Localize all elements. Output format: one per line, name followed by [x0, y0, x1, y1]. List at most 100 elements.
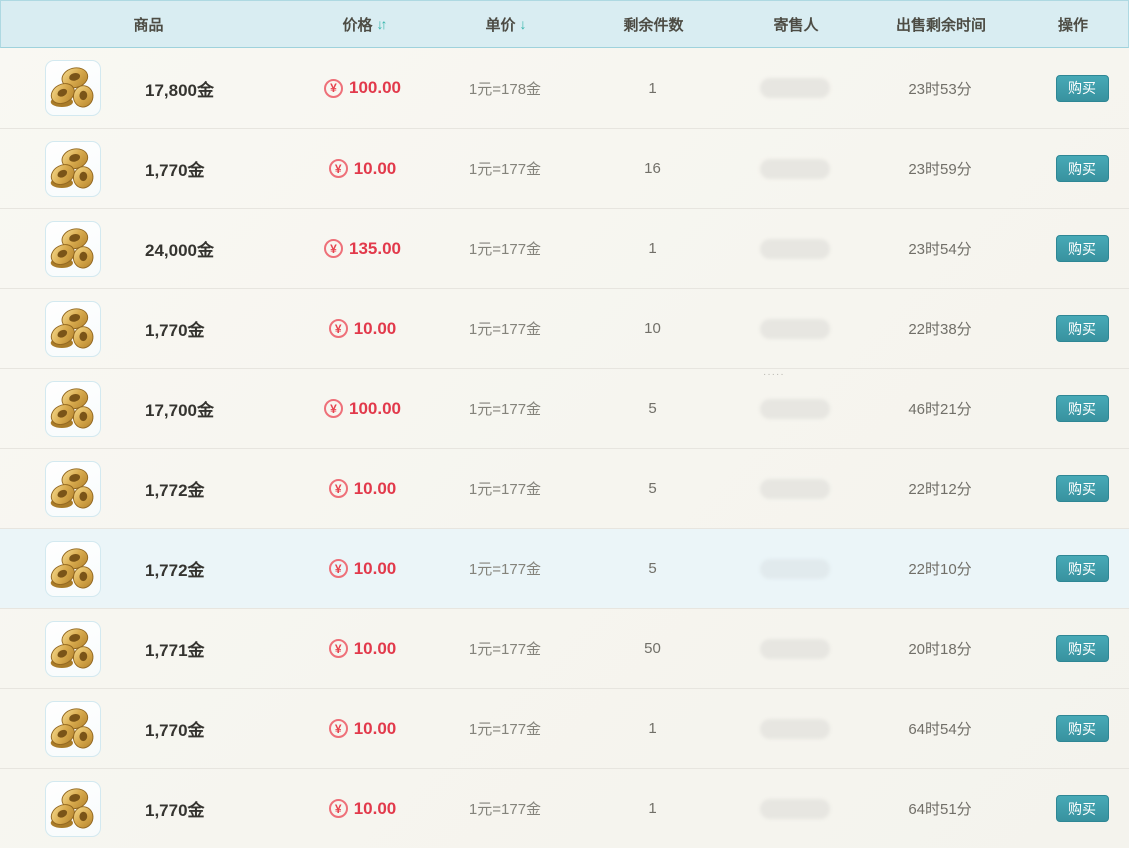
seller-name-blurred	[760, 798, 830, 819]
gold-coins-icon	[45, 620, 101, 677]
action-cell: 购买	[1015, 155, 1129, 182]
product-cell: 17,700金	[0, 380, 295, 437]
price-value: 10.00	[353, 318, 397, 338]
sort-up-arrow-icon: ↑	[380, 16, 388, 32]
action-cell: 购买	[1015, 635, 1129, 662]
gold-listing-table: 商品 价格 ↓ ↑ 单价 ↓ 剩余件数 寄售人 出售剩余时间 操作 17,800…	[0, 0, 1129, 848]
remaining-quantity: 1	[648, 240, 657, 257]
price-cell: ¥ 100.00	[295, 78, 430, 98]
price-value: 10.00	[353, 158, 397, 178]
time-remaining: 22时38分	[908, 321, 972, 338]
buy-button[interactable]: 购买	[1055, 795, 1109, 822]
seller-cell	[725, 638, 865, 659]
product-amount: 17,800金	[145, 80, 214, 100]
sort-down-icon[interactable]: ↓	[520, 16, 527, 32]
table-row: 1,772金 ¥ 10.00 1元=177金 5 22时12分 购买	[0, 448, 1129, 528]
seller-name-blurred	[760, 158, 830, 179]
seller-cell: ·.	[725, 798, 865, 819]
gold-coins-icon	[45, 300, 101, 357]
column-header-price[interactable]: 价格 ↓ ↑	[296, 14, 431, 35]
buy-button[interactable]: 购买	[1055, 715, 1109, 742]
remaining-quantity: 1	[648, 79, 657, 97]
gold-coins-icon	[45, 220, 101, 277]
product-amount: 1,770金	[145, 801, 205, 820]
price-cell: ¥ 10.00	[295, 719, 430, 739]
buy-button[interactable]: 购买	[1055, 315, 1109, 342]
seller-cell	[725, 78, 865, 98]
buy-button[interactable]: 购买	[1055, 555, 1109, 582]
buy-button[interactable]: 购买	[1055, 395, 1109, 422]
unit-price-column-label: 单价	[485, 16, 516, 34]
time-remaining: 64时54分	[908, 721, 972, 738]
yuan-circle-icon: ¥	[324, 239, 343, 258]
price-cell: ¥ 10.00	[295, 319, 430, 339]
time-remaining: 23时54分	[908, 241, 972, 258]
gold-coins-icon	[45, 140, 101, 197]
gold-coins-icon	[45, 380, 101, 437]
price-cell: ¥ 10.00	[295, 479, 430, 499]
action-cell: 购买	[1015, 315, 1129, 342]
column-header-unit-price[interactable]: 单价 ↓	[431, 14, 581, 35]
yuan-circle-icon: ¥	[324, 399, 343, 418]
unit-price-value: 1元=177金	[468, 481, 542, 498]
buy-button[interactable]: 购买	[1055, 155, 1109, 182]
unit-price-value: 1元=177金	[468, 161, 542, 178]
seller-name-blurred	[760, 478, 830, 499]
product-amount: 1,772金	[145, 481, 205, 500]
seller-cell	[725, 718, 865, 739]
price-cell: ¥ 100.00	[295, 399, 430, 419]
yuan-circle-icon: ¥	[328, 639, 348, 658]
remaining-quantity: 5	[648, 480, 657, 497]
seller-column-label: 寄售人	[773, 16, 819, 34]
unit-price-value: 1元=177金	[468, 641, 542, 658]
product-amount: 1,770金	[145, 721, 205, 740]
seller-name-blurred	[760, 718, 830, 739]
price-cell: ¥ 10.00	[295, 559, 430, 579]
gold-coins-icon	[45, 540, 101, 597]
product-cell: 1,770金	[0, 700, 295, 757]
gold-coins-icon	[45, 60, 101, 116]
product-cell: 1,770金	[0, 300, 295, 357]
quantity-column-label: 剩余件数	[623, 16, 684, 34]
seller-name-blurred	[760, 238, 830, 259]
product-column-label: 商品	[133, 16, 164, 34]
buy-button[interactable]: 购买	[1055, 475, 1109, 502]
price-column-label: 价格	[342, 16, 373, 34]
time-remaining: 22时10分	[908, 561, 972, 578]
remaining-quantity: 50	[644, 640, 661, 657]
action-cell: 购买	[1015, 475, 1129, 502]
table-row: 1,771金 ¥ 10.00 1元=177金 50 20时18分 购买	[0, 608, 1129, 688]
buy-button[interactable]: 购买	[1055, 235, 1109, 262]
price-value: 10.00	[353, 798, 397, 818]
price-cell: ¥ 135.00	[295, 239, 430, 259]
yuan-circle-icon: ¥	[328, 559, 348, 578]
buy-button[interactable]: 购买	[1055, 635, 1109, 662]
seller-name-blurred	[760, 78, 830, 98]
product-amount: 1,772金	[145, 561, 205, 580]
product-cell: 1,772金	[0, 540, 295, 597]
action-column-label: 操作	[1057, 16, 1088, 34]
gold-coins-icon	[45, 460, 101, 517]
table-header: 商品 价格 ↓ ↑ 单价 ↓ 剩余件数 寄售人 出售剩余时间 操作	[0, 0, 1129, 48]
table-row: 17,700金 ¥ 100.00 1元=177金 5 46时21分 购买	[0, 368, 1129, 448]
product-cell: 1,770金	[0, 140, 295, 197]
time-remaining: 23时53分	[908, 80, 972, 98]
yuan-circle-icon: ¥	[328, 319, 348, 338]
time-remaining: 23时59分	[908, 161, 972, 178]
seller-name-blurred	[760, 638, 830, 659]
action-cell: 购买	[1015, 715, 1129, 742]
product-amount: 1,770金	[145, 321, 205, 340]
seller-cell	[725, 238, 865, 259]
yuan-circle-icon: ¥	[324, 78, 343, 98]
price-cell: ¥ 10.00	[295, 799, 430, 819]
time-remaining: 20时18分	[908, 641, 972, 658]
remaining-quantity: 16	[644, 160, 661, 177]
column-header-seller: 寄售人	[726, 14, 866, 35]
action-cell: 购买	[1015, 795, 1129, 822]
buy-button[interactable]: 购买	[1055, 74, 1109, 102]
price-value: 10.00	[353, 558, 397, 578]
product-amount: 1,771金	[145, 641, 205, 660]
remaining-quantity: 5	[648, 400, 657, 417]
sort-both-icon[interactable]: ↓ ↑	[377, 16, 388, 32]
price-value: 10.00	[353, 718, 397, 738]
